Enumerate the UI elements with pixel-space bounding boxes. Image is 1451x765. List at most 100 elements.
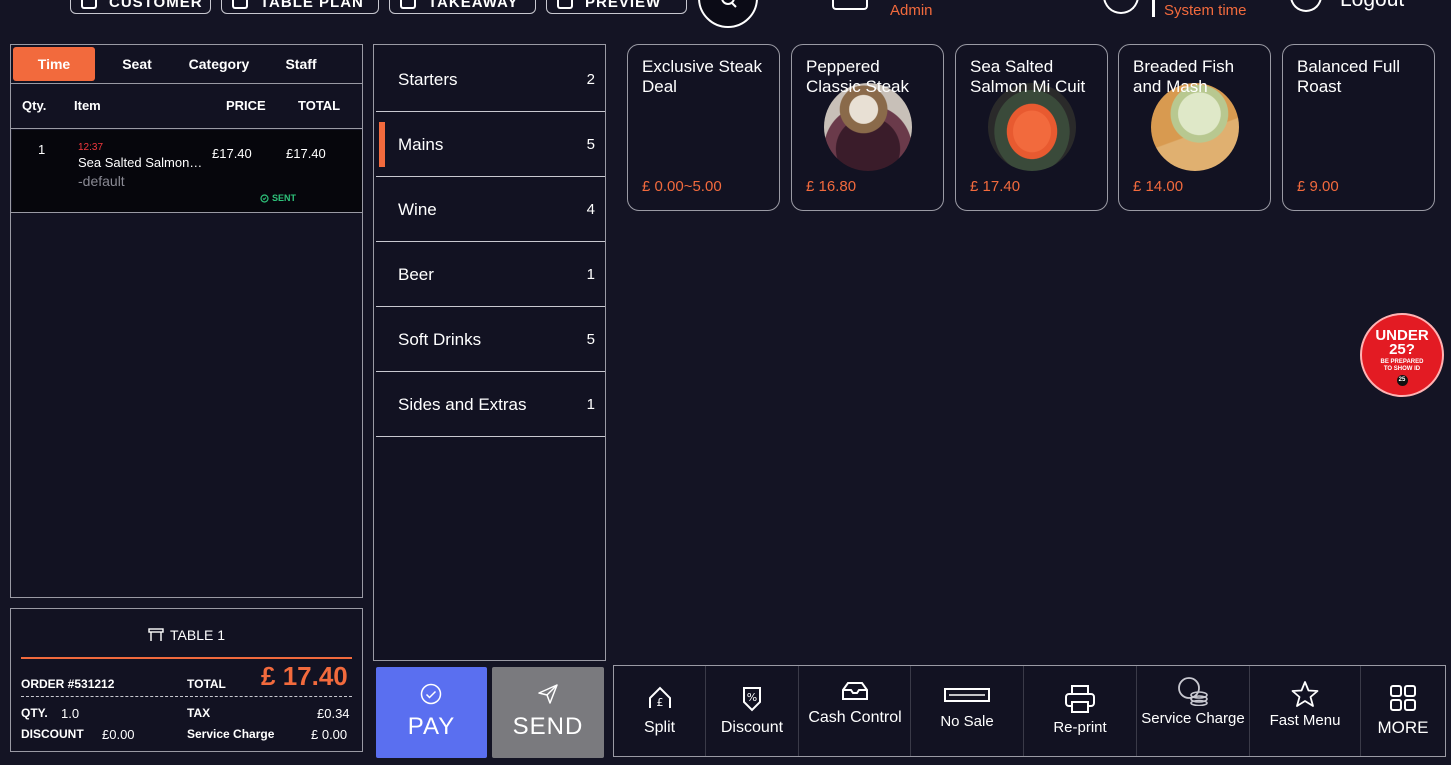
no-sale-button[interactable]: No Sale — [911, 666, 1024, 756]
product-price: £ 0.00~5.00 — [642, 178, 722, 195]
send-button[interactable]: SEND — [492, 667, 604, 758]
pay-button[interactable]: PAY — [376, 667, 487, 758]
more-button[interactable]: MORE — [1361, 666, 1445, 756]
till-icon — [944, 688, 990, 702]
no-sale-label: No Sale — [940, 713, 994, 730]
category-beer[interactable]: Beer 1 — [376, 242, 605, 307]
category-label: Beer — [398, 265, 434, 284]
row-item-name: Sea Salted Salmon… — [78, 155, 203, 170]
reprint-label: Re-print — [1053, 719, 1107, 736]
customer-button[interactable]: CUSTOMER — [70, 0, 211, 14]
paper-plane-icon — [538, 684, 558, 704]
printer-icon — [1065, 685, 1095, 713]
product-card[interactable]: Breaded Fish and Mash £ 14.00 — [1118, 44, 1271, 211]
logout-icon[interactable] — [1290, 0, 1322, 12]
header-qty: Qty. — [22, 98, 47, 113]
category-starters[interactable]: Starters 2 — [376, 47, 605, 112]
search-button[interactable] — [698, 0, 758, 28]
fast-menu-button[interactable]: Fast Menu — [1250, 666, 1361, 756]
row-modifier: -default — [78, 173, 125, 189]
product-name: Balanced Full Roast — [1297, 57, 1401, 96]
discount-button[interactable]: % Discount — [706, 666, 799, 756]
badge-line: TO SHOW ID — [1383, 366, 1421, 372]
divider — [11, 83, 362, 84]
table-icon — [148, 628, 164, 641]
takeaway-label: TAKEAWAY — [428, 0, 519, 11]
category-label: Wine — [398, 200, 437, 219]
coins-icon — [1178, 677, 1208, 706]
more-label: MORE — [1377, 718, 1429, 737]
category-count: 5 — [586, 331, 595, 348]
product-card[interactable]: Sea Salted Salmon Mi Cuit £ 17.40 — [955, 44, 1108, 211]
header-price: PRICE — [226, 98, 266, 113]
product-price: £ 9.00 — [1297, 178, 1339, 195]
qty-label: QTY. — [21, 706, 48, 720]
tab-seat[interactable]: Seat — [101, 47, 173, 81]
category-count: 1 — [586, 266, 595, 283]
divider — [21, 696, 352, 697]
category-label: Sides and Extras — [398, 395, 527, 414]
product-name: Peppered Classic Steak — [806, 57, 909, 96]
product-card[interactable]: Exclusive Steak Deal £ 0.00~5.00 — [627, 44, 780, 211]
service-charge-value: £ 0.00 — [311, 727, 348, 742]
cash-control-button[interactable]: Cash Control — [799, 666, 911, 756]
badge-line: 25? — [1389, 341, 1415, 358]
order-row[interactable]: 1 12:37 Sea Salted Salmon… -default £17.… — [12, 130, 362, 212]
takeaway-button[interactable]: TAKEAWAY — [389, 0, 536, 14]
sent-label: SENT — [272, 193, 297, 203]
product-card[interactable]: Peppered Classic Steak £ 16.80 — [791, 44, 944, 211]
category-sides-and-extras[interactable]: Sides and Extras 1 — [376, 372, 605, 437]
category-soft-drinks[interactable]: Soft Drinks 5 — [376, 307, 605, 372]
total-amount: £ 17.40 — [261, 661, 348, 692]
grid-icon — [1390, 685, 1416, 711]
admin-icon[interactable] — [832, 0, 868, 10]
check-circle-icon — [420, 683, 442, 705]
category-count: 2 — [586, 71, 595, 88]
admin-label: Admin — [890, 2, 933, 19]
category-wine[interactable]: Wine 4 — [376, 177, 605, 242]
discount-label: Discount — [720, 719, 784, 736]
customer-label: CUSTOMER — [109, 0, 203, 11]
takeaway-icon — [400, 0, 416, 9]
row-time: 12:37 — [78, 142, 104, 153]
badge-line: BE PREPARED — [1380, 359, 1424, 365]
currency-symbol: £ — [261, 661, 276, 691]
under-25-badge: UNDER 25? BE PREPARED TO SHOW ID 25 — [1360, 313, 1444, 397]
product-name: Breaded Fish and Mash — [1133, 57, 1235, 96]
product-price: £ 17.40 — [970, 178, 1021, 195]
category-label: Mains — [398, 135, 444, 154]
divider — [11, 128, 362, 129]
order-summary: TABLE 1 ORDER #531212 TOTAL £ 17.40 QTY.… — [10, 608, 363, 752]
category-count: 1 — [586, 396, 595, 413]
product-name: Exclusive Steak Deal — [642, 57, 762, 96]
product-price: £ 14.00 — [1133, 178, 1184, 195]
service-charge-button[interactable]: Service Charge — [1137, 666, 1250, 756]
svg-text:%: % — [747, 691, 757, 704]
discount-value: £0.00 — [102, 727, 135, 742]
star-icon — [1291, 681, 1319, 707]
category-mains[interactable]: Mains 5 — [376, 112, 605, 177]
order-number: ORDER #531212 — [21, 677, 115, 691]
table-plan-icon — [232, 0, 248, 9]
table-plan-button[interactable]: TABLE PLAN — [221, 0, 379, 14]
product-card[interactable]: Balanced Full Roast £ 9.00 — [1282, 44, 1435, 211]
split-button[interactable]: £ Split — [614, 666, 706, 756]
table-label[interactable]: TABLE 1 — [11, 627, 362, 643]
logout-button[interactable]: Logout — [1340, 0, 1404, 12]
reprint-button[interactable]: Re-print — [1024, 666, 1137, 756]
product-price: £ 16.80 — [806, 178, 857, 195]
tab-category[interactable]: Category — [179, 47, 259, 81]
split-icon: £ — [648, 686, 671, 709]
system-time-label: System time — [1164, 2, 1247, 19]
tab-staff[interactable]: Staff — [265, 47, 337, 81]
cash-drawer-icon — [841, 682, 868, 700]
send-label: SEND — [512, 713, 584, 740]
preview-label: PREVIEW — [585, 0, 662, 11]
tab-time[interactable]: Time — [13, 47, 95, 81]
split-label: Split — [643, 719, 676, 736]
pay-label: PAY — [407, 713, 456, 740]
search-icon — [721, 0, 737, 8]
total-value: 17.40 — [282, 661, 348, 691]
preview-button[interactable]: PREVIEW — [546, 0, 687, 14]
row-total: £17.40 — [286, 146, 326, 161]
